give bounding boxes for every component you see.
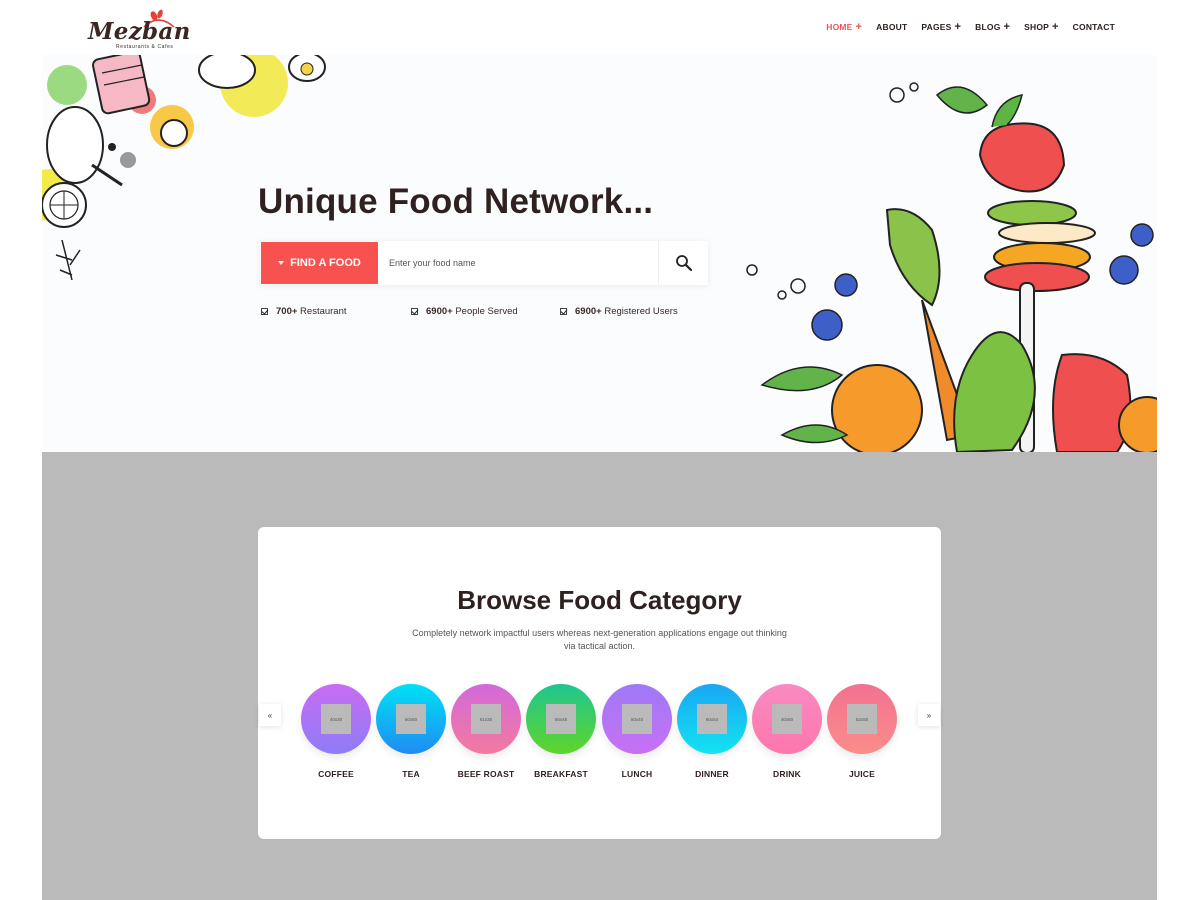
category-item-drink[interactable]: 40x50 DRINK <box>752 684 822 779</box>
nav-item-label: ABOUT <box>876 22 908 32</box>
stat-text: 700+ Restaurant <box>276 306 347 317</box>
brand-logo[interactable]: Mezban Restaurants & Cafes <box>86 8 196 52</box>
find-food-button[interactable]: FIND A FOOD <box>261 242 378 284</box>
lunch-image-placeholder: 50x40 <box>622 704 652 734</box>
category-circle: 50x40 <box>602 684 672 754</box>
category-circle: 40x30 <box>301 684 371 754</box>
hero-stats: 700+ Restaurant 6900+ People Served 6900… <box>261 306 721 320</box>
category-circle: 52x50 <box>827 684 897 754</box>
stat-value: 700+ <box>276 306 298 317</box>
category-item-dinner[interactable]: 60x54 DINNER <box>677 684 747 779</box>
stat-label: People Served <box>455 306 518 317</box>
category-label: COFFEE <box>318 769 354 779</box>
tea-image-placeholder: 60x50 <box>396 704 426 734</box>
coffee-image-placeholder: 40x30 <box>321 704 351 734</box>
category-label: JUICE <box>848 769 876 779</box>
nav-item-label: BLOG <box>975 22 1001 32</box>
nav-item-pages[interactable]: PAGES + <box>921 21 962 33</box>
food-search-input[interactable] <box>378 241 658 285</box>
plus-icon: + <box>954 21 962 33</box>
category-label: BEEF ROAST <box>457 769 515 779</box>
category-label: LUNCH <box>621 769 653 779</box>
category-item-beef-roast[interactable]: 51x30 BEEF ROAST <box>451 684 521 779</box>
hero-section: Unique Food Network... FIND A FOOD 700+ … <box>42 55 1157 452</box>
checkbox-icon <box>560 308 567 315</box>
category-title: Browse Food Category <box>457 585 742 615</box>
nav-item-label: HOME <box>826 22 853 32</box>
stat-value: 6900+ <box>426 306 453 317</box>
food-category-card: Browse Food Category Completely network … <box>258 527 941 839</box>
nav-item-label: SHOP <box>1024 22 1050 32</box>
category-item-lunch[interactable]: 50x40 LUNCH <box>602 684 672 779</box>
category-circle: 56x45 <box>526 684 596 754</box>
stat-value: 6900+ <box>575 306 602 317</box>
vegetables-illustration <box>746 82 1157 452</box>
category-description: Completely network impactful users where… <box>412 628 787 651</box>
main-nav: HOME + ABOUT PAGES + BLOG + SHOP + CONTA… <box>826 21 1115 33</box>
category-label: DRINK <box>773 769 801 779</box>
search-icon <box>675 255 692 272</box>
caret-down-icon <box>278 261 285 265</box>
category-circle: 40x50 <box>752 684 822 754</box>
double-chevron-left-icon: « <box>267 710 273 720</box>
nav-item-home[interactable]: HOME + <box>826 21 863 33</box>
breakfast-image-placeholder: 56x45 <box>546 704 576 734</box>
category-item-juice[interactable]: 52x50 JUICE <box>827 684 897 779</box>
checkbox-icon <box>411 308 418 315</box>
stat-text: 6900+ People Served <box>426 306 518 317</box>
food-search-bar: FIND A FOOD <box>260 241 708 285</box>
category-item-breakfast[interactable]: 56x45 BREAKFAST <box>526 684 596 779</box>
hero-title: Unique Food Network... <box>258 182 654 221</box>
category-label: TEA <box>402 769 420 779</box>
stat-people-served: 6900+ People Served <box>411 306 518 317</box>
drink-image-placeholder: 40x50 <box>772 704 802 734</box>
category-circle: 60x54 <box>677 684 747 754</box>
stat-registered-users: 6900+ Registered Users <box>560 306 678 317</box>
nav-item-label: PAGES <box>921 22 952 32</box>
category-item-tea[interactable]: 60x50 TEA <box>376 684 446 779</box>
nav-item-shop[interactable]: SHOP + <box>1024 21 1059 33</box>
nav-item-label: CONTACT <box>1072 22 1115 32</box>
brand-tagline: Restaurants & Cafes <box>116 44 174 50</box>
brand-name: Mezban <box>88 18 191 45</box>
beef-roast-image-placeholder: 51x30 <box>471 704 501 734</box>
carousel-prev-button[interactable]: « <box>259 704 281 726</box>
plus-icon: + <box>1003 21 1011 33</box>
double-chevron-right-icon: » <box>926 710 932 720</box>
dinner-image-placeholder: 60x54 <box>697 704 727 734</box>
stat-restaurants: 700+ Restaurant <box>261 306 347 317</box>
site-header: Mezban Restaurants & Cafes HOME + ABOUT … <box>0 0 1200 55</box>
nav-item-blog[interactable]: BLOG + <box>975 21 1011 33</box>
search-button[interactable] <box>658 241 708 285</box>
nav-item-contact[interactable]: CONTACT <box>1073 22 1115 32</box>
nav-item-about[interactable]: ABOUT <box>876 22 907 32</box>
checkbox-icon <box>261 308 268 315</box>
find-food-label: FIND A FOOD <box>290 257 361 269</box>
stat-label: Restaurant <box>300 306 347 317</box>
juice-image-placeholder: 52x50 <box>847 704 877 734</box>
carousel-next-button[interactable]: » <box>918 704 940 726</box>
stat-text: 6900+ Registered Users <box>575 306 678 317</box>
category-circle: 51x30 <box>451 684 521 754</box>
category-label: DINNER <box>695 769 729 779</box>
plus-icon: + <box>1052 21 1059 33</box>
stat-label: Registered Users <box>604 306 678 317</box>
plus-icon: + <box>855 21 863 33</box>
category-circle: 60x50 <box>376 684 446 754</box>
category-label: BREAKFAST <box>534 769 588 779</box>
category-item-coffee[interactable]: 40x30 COFFEE <box>301 684 371 779</box>
